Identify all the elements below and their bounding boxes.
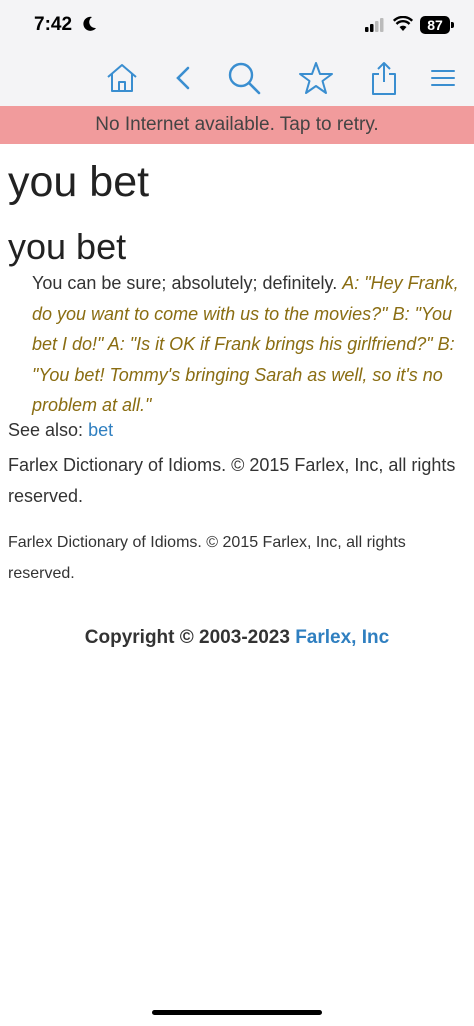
see-also-link[interactable]: bet [88,420,113,440]
favorite-button[interactable] [294,58,338,102]
see-also-label: See also: [8,420,84,440]
footer-copyright: Copyright © 2003-2023 Farlex, Inc [0,627,474,649]
search-button[interactable] [222,58,266,102]
battery-tip [451,22,454,28]
menu-icon [431,68,455,93]
share-button[interactable] [362,58,406,102]
back-button[interactable] [161,58,205,102]
source-credit: Farlex Dictionary of Idioms. © 2015 Farl… [8,455,456,506]
no-internet-banner[interactable]: No Internet available. Tap to retry. [0,106,474,144]
star-icon [298,61,334,100]
battery-indicator: 87 [420,16,450,34]
moon-icon [83,16,97,37]
search-icon [226,60,262,101]
home-icon [105,61,139,100]
share-icon [369,60,399,101]
toolbar [0,58,474,102]
home-button[interactable] [100,58,144,102]
definition-text: You can be sure; absolutely; definitely. [32,273,338,293]
source-credit-small: Farlex Dictionary of Idioms. © 2015 Farl… [8,534,406,582]
see-also: See also: bet [8,420,113,441]
company-link[interactable]: Farlex, Inc [295,627,389,648]
status-time: 7:42 [34,14,73,35]
cellular-signal-icon [365,18,385,37]
top-bar: 7:42 87 [0,0,474,106]
page-title: you bet [8,158,150,206]
copyright-text: Copyright © 2003-2023 [84,627,290,648]
definition-block: You can be sure; absolutely; definitely.… [32,268,468,421]
menu-button[interactable] [421,58,465,102]
home-indicator[interactable] [152,1010,322,1015]
entry-headword: you bet [8,226,127,267]
example-text: A: "Hey Frank, do you want to come with … [32,273,459,415]
back-icon [172,64,194,97]
wifi-icon [392,15,414,37]
